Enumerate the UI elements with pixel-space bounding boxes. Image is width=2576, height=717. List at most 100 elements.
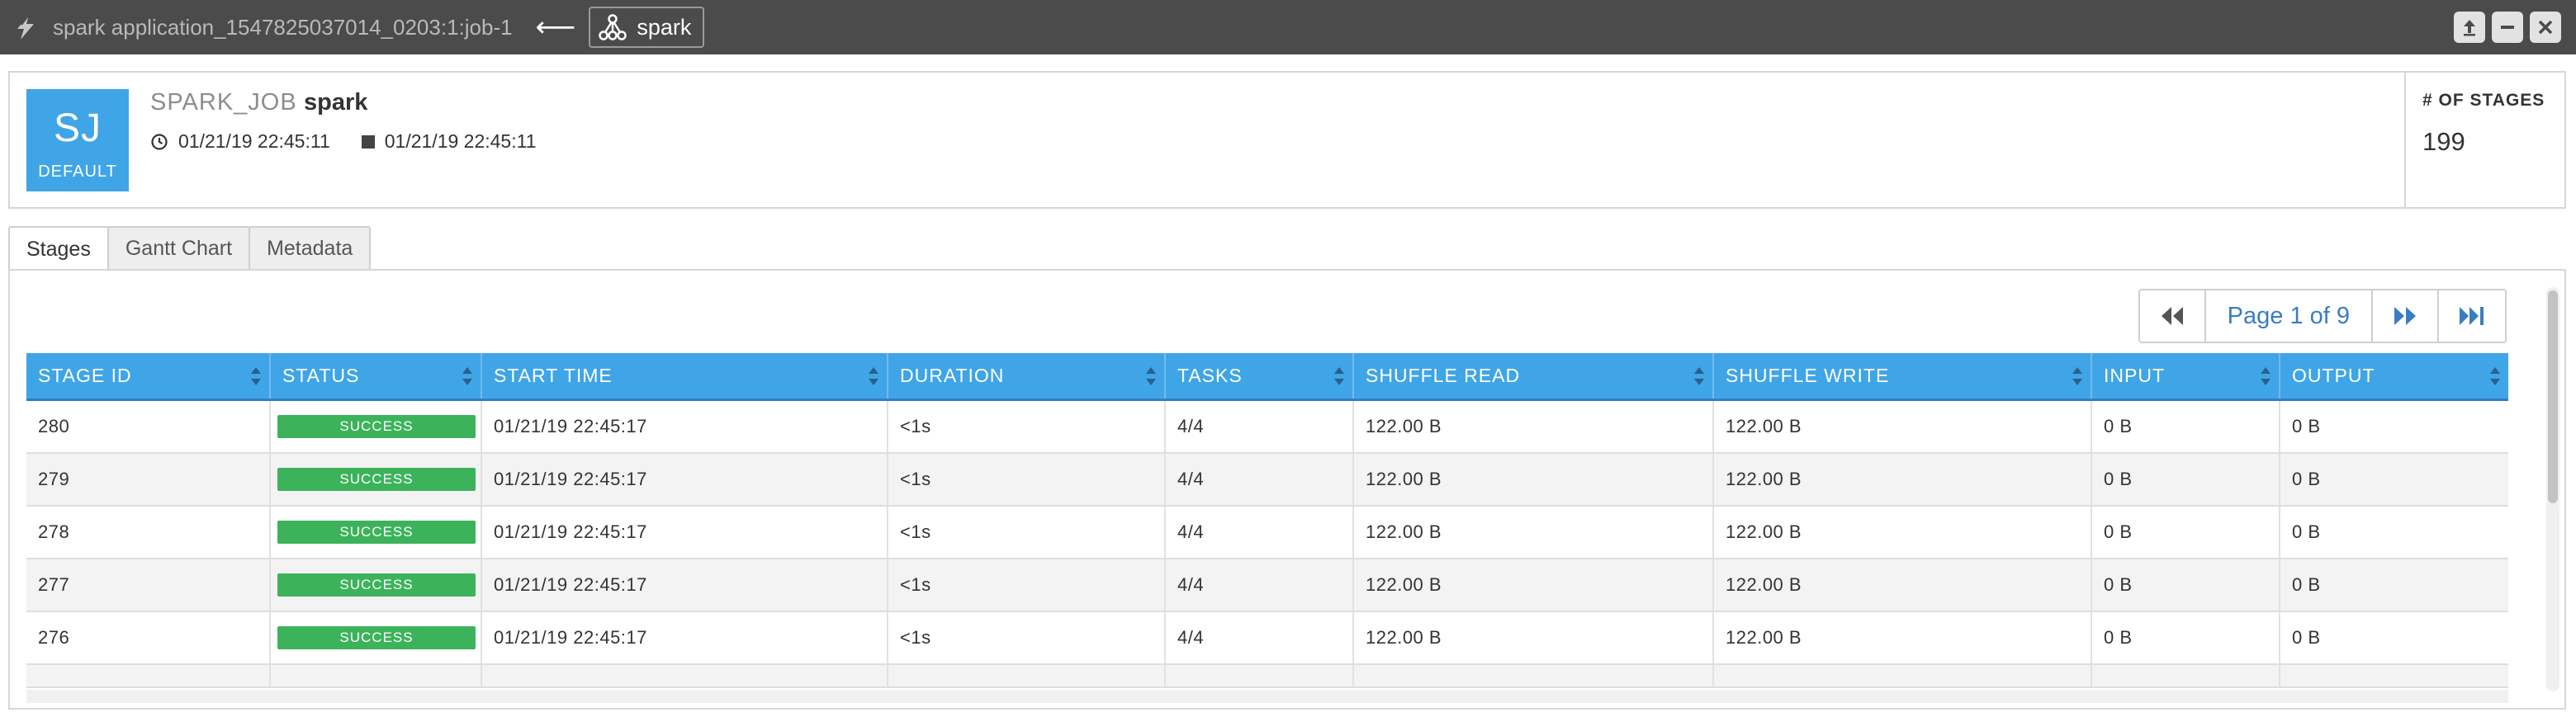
cell-status: SUCCESS [271,559,482,611]
job-header-card: SJ DEFAULT SPARK_JOB spark 01/21/19 22:4… [8,71,2566,209]
column-header-start-time[interactable]: START TIME [482,353,888,399]
last-page-button[interactable] [2439,290,2505,342]
cell-status: SUCCESS [271,454,482,505]
sort-icon [1694,367,1704,385]
entity-type: SPARK_JOB [150,89,297,116]
status-badge: SUCCESS [277,415,476,438]
cell-input: 0 B [2092,454,2280,505]
column-header-shuffle-write[interactable]: SHUFFLE WRITE [1714,353,2092,399]
vertical-scrollbar[interactable] [2546,287,2559,691]
stages-count-box: # OF STAGES 199 [2404,73,2564,207]
upload-button[interactable] [2454,12,2485,43]
cell-start-time: 01/21/19 22:45:17 [482,559,888,611]
minimize-button[interactable] [2492,12,2523,43]
cell-stage-id: 278 [26,507,271,558]
next-page-button[interactable] [2373,290,2439,342]
stat-label: # OF STAGES [2422,91,2545,110]
stages-table: STAGE ID STATUS START TIME DURATION TASK… [26,353,2508,688]
double-chevron-left-icon [2161,307,2183,325]
cell-duration: <1s [888,401,1166,452]
cell-tasks: 4/4 [1166,401,1354,452]
cell-start-time: 01/21/19 22:45:17 [482,507,888,558]
cell-start-time: 01/21/19 22:45:17 [482,401,888,452]
parent-node-link[interactable]: spark [589,7,705,48]
cell-output: 0 B [2292,416,2321,436]
column-header-status[interactable]: STATUS [271,353,482,399]
scrollbar-thumb[interactable] [2548,290,2558,503]
table-row[interactable]: 278 SUCCESS 01/21/19 22:45:17 <1s 4/4 12… [26,507,2508,559]
sort-icon [462,367,472,385]
sort-icon [2261,367,2271,385]
cell-duration: <1s [888,612,1166,663]
column-header-stage-id[interactable]: STAGE ID [26,353,271,399]
title-bar: spark application_1547825037014_0203:1:j… [0,0,2576,54]
back-arrow-icon[interactable]: ⟵ [536,13,576,41]
cell-shuffle-write: 122.00 B [1714,612,2092,663]
cell-status: SUCCESS [271,401,482,452]
close-button[interactable] [2530,12,2561,43]
table-body: 280 SUCCESS 01/21/19 22:45:17 <1s 4/4 12… [26,401,2508,688]
avatar: SJ DEFAULT [26,89,129,191]
start-time: 01/21/19 22:45:11 [178,130,330,152]
cell-stage-id: 276 [26,612,271,663]
column-header-duration[interactable]: DURATION [888,353,1166,399]
status-badge: SUCCESS [277,521,476,544]
upload-icon [2464,20,2475,36]
column-header-shuffle-read[interactable]: SHUFFLE READ [1354,353,1714,399]
cell-shuffle-read: 122.00 B [1354,507,1714,558]
tab-stages[interactable]: Stages [8,226,109,271]
avatar-initials: SJ [53,106,102,150]
cell-tasks: 4/4 [1166,612,1354,663]
column-header-input[interactable]: INPUT [2092,353,2280,399]
cell-shuffle-read: 122.00 B [1354,612,1714,663]
tab-metadata[interactable]: Metadata [249,226,372,269]
table-header: STAGE ID STATUS START TIME DURATION TASK… [26,353,2508,401]
cell-shuffle-write: 122.00 B [1714,559,2092,611]
cell-input: 0 B [2092,559,2280,611]
avatar-label: DEFAULT [38,163,117,181]
column-header-output[interactable]: OUTPUT [2280,353,2508,399]
cell-output: 0 B [2292,469,2321,489]
table-row-partial [26,665,2508,688]
first-page-button[interactable] [2140,290,2206,342]
parent-node-label: spark [637,14,692,40]
column-header-tasks[interactable]: TASKS [1166,353,1354,399]
cell-tasks: 4/4 [1166,507,1354,558]
sort-icon [1146,367,1156,385]
table-row[interactable]: 279 SUCCESS 01/21/19 22:45:17 <1s 4/4 12… [26,454,2508,507]
cell-output: 0 B [2292,574,2321,595]
entity-name: spark [304,89,368,116]
cell-stage-id: 277 [26,559,271,611]
cell-status: SUCCESS [271,612,482,663]
cell-duration: <1s [888,454,1166,505]
job-times: 01/21/19 22:45:11 01/21/19 22:45:11 [150,130,537,153]
tab-gantt-chart[interactable]: Gantt Chart [107,226,251,269]
cell-duration: <1s [888,507,1166,558]
last-page-icon [2460,307,2484,325]
status-badge: SUCCESS [277,573,476,597]
page-indicator: Page 1 of 9 [2206,290,2373,342]
sort-icon [1334,367,1344,385]
sort-icon [869,367,878,385]
cell-input: 0 B [2092,612,2280,663]
cell-shuffle-write: 122.00 B [1714,454,2092,505]
table-row[interactable]: 277 SUCCESS 01/21/19 22:45:17 <1s 4/4 12… [26,559,2508,612]
cell-tasks: 4/4 [1166,454,1354,505]
lightning-icon [13,13,38,41]
cell-stage-id: 280 [26,401,271,452]
cell-output: 0 B [2292,627,2321,648]
cell-output: 0 B [2292,521,2321,542]
table-row[interactable]: 276 SUCCESS 01/21/19 22:45:17 <1s 4/4 12… [26,612,2508,665]
pagination: Page 1 of 9 [2138,289,2507,343]
table-row[interactable]: 280 SUCCESS 01/21/19 22:45:17 <1s 4/4 12… [26,401,2508,454]
stat-value: 199 [2422,127,2465,156]
tab-bar: Stages Gantt Chart Metadata [8,226,372,271]
stages-panel: Page 1 of 9 STAGE ID STATUS START TIME D… [8,269,2566,710]
node-tree-icon [599,14,627,40]
sort-icon [2490,367,2500,385]
horizontal-scrollbar[interactable] [26,690,2508,703]
cell-start-time: 01/21/19 22:45:17 [482,612,888,663]
status-badge: SUCCESS [277,468,476,491]
double-chevron-right-icon [2394,307,2416,325]
sort-icon [2072,367,2082,385]
